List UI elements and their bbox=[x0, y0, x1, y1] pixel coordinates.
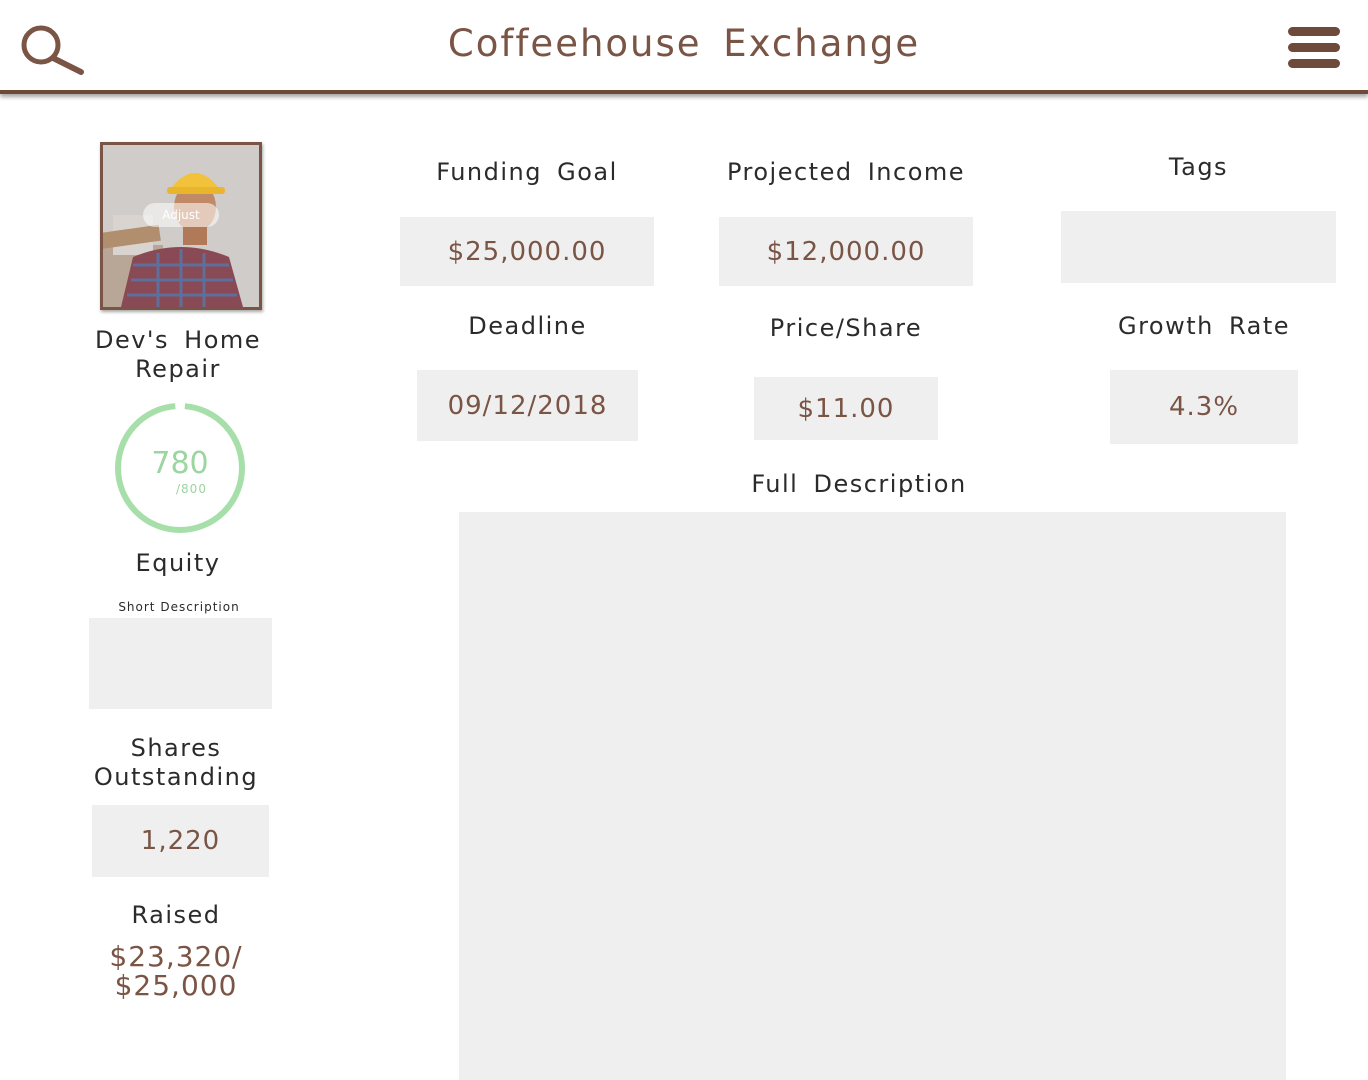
profile-avatar[interactable]: Adjust bbox=[100, 142, 262, 310]
funding-goal-field[interactable]: $25,000.00 bbox=[400, 217, 654, 286]
raised-goal: $25,000 bbox=[114, 969, 238, 1002]
projected-income-field[interactable]: $12,000.00 bbox=[719, 217, 973, 286]
shares-outstanding-field[interactable]: 1,220 bbox=[92, 805, 269, 877]
short-description-field[interactable] bbox=[89, 618, 272, 709]
hamburger-menu-icon[interactable] bbox=[1288, 25, 1340, 71]
shares-outstanding-label: Shares Outstanding bbox=[93, 734, 259, 791]
full-description-label: Full Description bbox=[751, 470, 967, 498]
short-description-label: Short Description bbox=[118, 600, 240, 614]
app-header: Coffeehouse Exchange bbox=[0, 0, 1368, 94]
offering-type-label: Equity bbox=[135, 549, 221, 577]
deadline-field[interactable]: 09/12/2018 bbox=[417, 370, 638, 441]
raised-amount: $23,320/ $25,000 bbox=[80, 942, 272, 1000]
tags-label: Tags bbox=[1168, 153, 1229, 181]
score-value: 780 bbox=[151, 446, 209, 481]
price-share-label: Price/Share bbox=[769, 314, 923, 342]
price-share-field[interactable]: $11.00 bbox=[754, 377, 938, 440]
growth-rate-label: Growth Rate bbox=[1117, 312, 1291, 340]
funding-goal-label: Funding Goal bbox=[436, 158, 618, 186]
score-max: /800 bbox=[176, 482, 207, 496]
projected-income-label: Projected Income bbox=[726, 158, 966, 186]
tags-field[interactable] bbox=[1061, 211, 1336, 283]
raised-label: Raised bbox=[131, 901, 221, 929]
adjust-button[interactable]: Adjust bbox=[143, 203, 219, 227]
raised-current: $23,320/ bbox=[109, 940, 243, 973]
app-title: Coffeehouse Exchange bbox=[447, 22, 921, 65]
full-description-field[interactable] bbox=[459, 512, 1286, 1080]
business-name: Dev's Home Repair bbox=[94, 326, 262, 383]
growth-rate-field[interactable]: 4.3% bbox=[1110, 370, 1298, 444]
deadline-label: Deadline bbox=[468, 312, 587, 340]
